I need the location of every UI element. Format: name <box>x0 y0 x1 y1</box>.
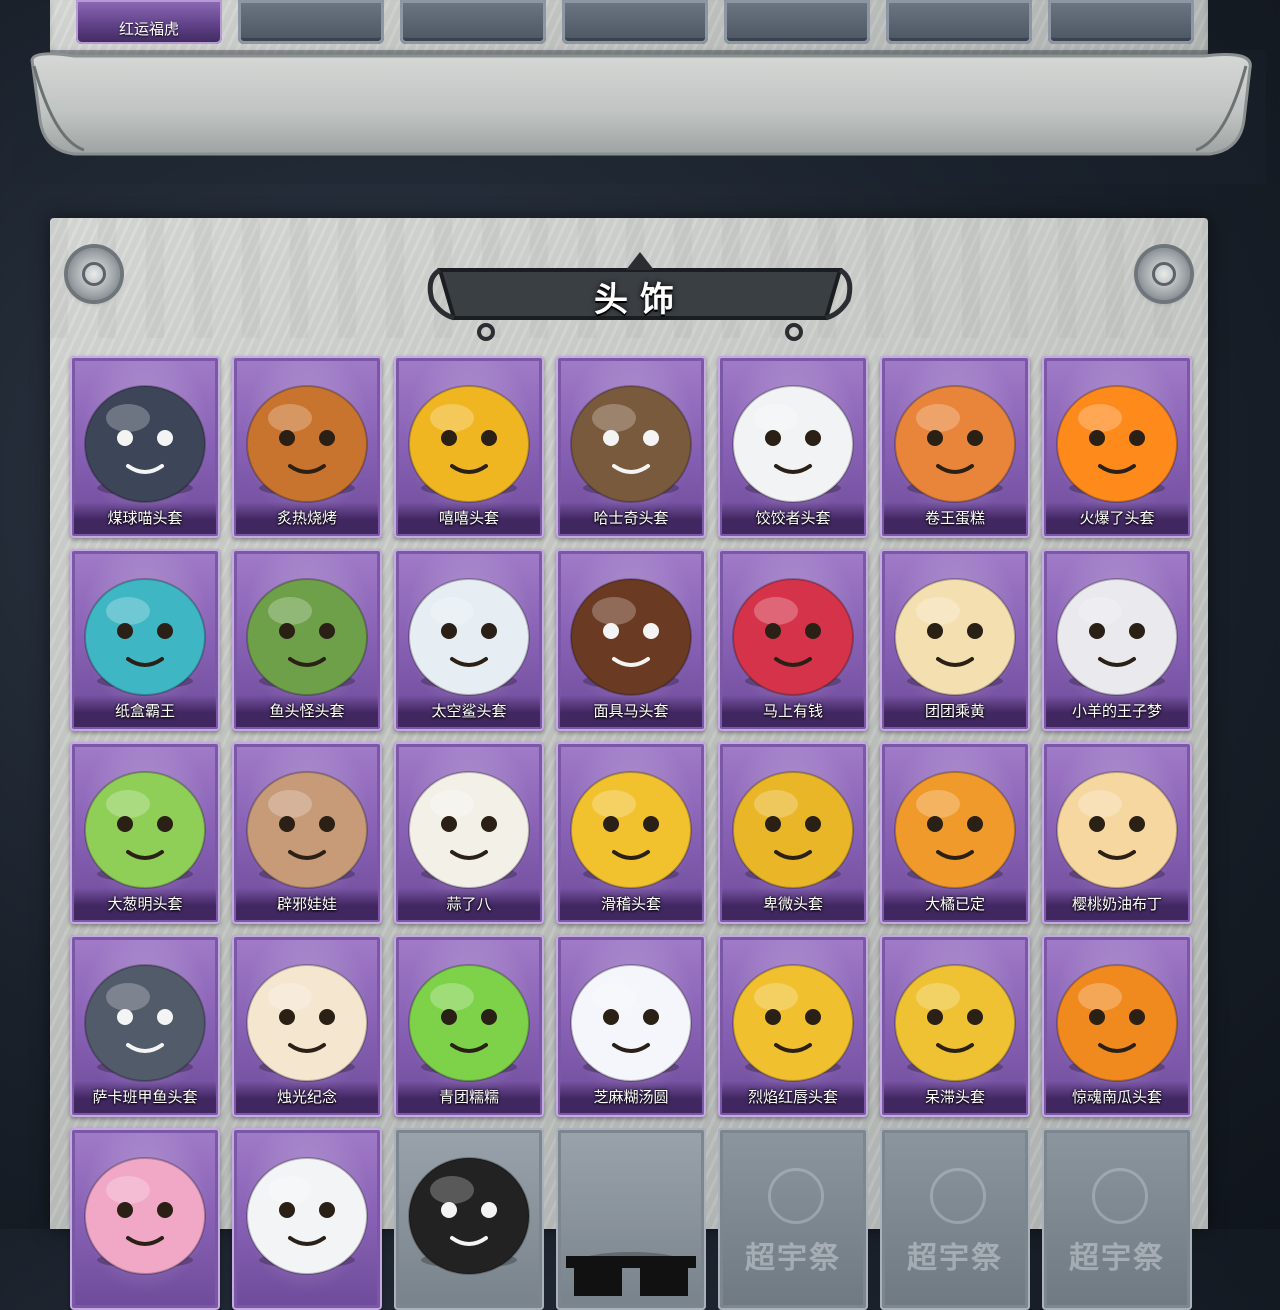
headwear-item-card[interactable]: 纸盒霸王 <box>70 549 220 731</box>
card-label: 小羊的王子梦 <box>1071 702 1162 720</box>
headwear-item-card[interactable] <box>70 1128 220 1310</box>
pixel-sunglasses-icon <box>566 1252 696 1296</box>
top-slot-label: 红运福虎 <box>118 20 179 38</box>
top-slot[interactable] <box>400 0 546 44</box>
headwear-item-card[interactable]: 樱桃奶油布丁 <box>1042 742 1192 924</box>
card-label: 火爆了头套 <box>1079 509 1155 527</box>
card-label: 滑稽头套 <box>600 895 661 913</box>
card-label: 团团乘黄 <box>924 702 985 720</box>
top-slot[interactable] <box>1048 0 1194 44</box>
top-slot[interactable] <box>238 0 384 44</box>
slot-watermark: 超宇祭 <box>907 1241 1003 1276</box>
compass-ornament-right <box>1138 248 1190 300</box>
headwear-item-card[interactable]: 面具马头套 <box>556 549 706 731</box>
seal-watermark-icon <box>1092 1168 1148 1224</box>
top-slot[interactable]: 红运福虎 <box>76 0 222 44</box>
top-slot[interactable] <box>562 0 708 44</box>
headwear-item-card[interactable]: 嘻嘻头套 <box>394 356 544 538</box>
card-label: 卑微头套 <box>762 895 823 913</box>
section-title: 头饰 <box>594 280 686 320</box>
card-label: 炙热烧烤 <box>276 509 337 527</box>
card-label: 烛光纪念 <box>276 1088 337 1106</box>
helmet-mask-icon <box>408 1157 530 1275</box>
card-label: 青团糯糯 <box>438 1088 499 1106</box>
card-label: 纸盒霸王 <box>114 702 175 720</box>
card-label: 辟邪娃娃 <box>276 895 337 913</box>
headwear-item-card[interactable] <box>232 1128 382 1310</box>
headwear-item-card[interactable]: 煤球喵头套 <box>70 356 220 538</box>
headwear-item-card[interactable]: 辟邪娃娃 <box>232 742 382 924</box>
seal-watermark-icon <box>768 1168 824 1224</box>
headwear-item-card[interactable]: 惊魂南瓜头套 <box>1042 935 1192 1117</box>
seal-watermark-icon <box>930 1168 986 1224</box>
card-label: 大葱明头套 <box>107 895 183 913</box>
card-label: 卷王蛋糕 <box>924 509 985 527</box>
card-label: 惊魂南瓜头套 <box>1071 1088 1162 1106</box>
headwear-item-card[interactable]: 卷王蛋糕 <box>880 356 1030 538</box>
empty-item-slot[interactable]: 超宇祭 <box>718 1128 868 1310</box>
card-label: 大橘已定 <box>924 895 985 913</box>
card-label: 芝麻糊汤圆 <box>593 1088 669 1106</box>
card-label: 烈焰红唇头套 <box>747 1088 838 1106</box>
headwear-grid: 煤球喵头套 炙热烧烤 嘻嘻头套 哈士奇头套 饺饺者头套 卷王蛋糕 火爆了头套纸盒霸王 鱼头怪头… <box>70 356 1200 1310</box>
headwear-item-card[interactable]: 滑稽头套 <box>556 742 706 924</box>
headwear-item-card[interactable]: 烛光纪念 <box>232 935 382 1117</box>
scroll-divider <box>14 50 1266 184</box>
card-label: 萨卡班甲鱼头套 <box>92 1088 198 1106</box>
headwear-item-card[interactable]: 炙热烧烤 <box>232 356 382 538</box>
headwear-item-card[interactable]: 烈焰红唇头套 <box>718 935 868 1117</box>
headwear-item-card[interactable]: 马上有钱 <box>718 549 868 731</box>
headwear-item-card[interactable]: 小羊的王子梦 <box>1042 549 1192 731</box>
slot-watermark: 超宇祭 <box>745 1241 841 1276</box>
headwear-item-card[interactable]: 呆滞头套 <box>880 935 1030 1117</box>
card-label: 煤球喵头套 <box>107 509 183 527</box>
card-label: 嘻嘻头套 <box>438 509 499 527</box>
headwear-item-card[interactable]: 饺饺者头套 <box>718 356 868 538</box>
headwear-item-card[interactable]: 大橘已定 <box>880 742 1030 924</box>
headwear-item-card[interactable]: 萨卡班甲鱼头套 <box>70 935 220 1117</box>
headwear-item-card[interactable]: 芝麻糊汤圆 <box>556 935 706 1117</box>
card-label: 蒜了八 <box>446 895 492 913</box>
headwear-item-card[interactable]: 太空鲨头套 <box>394 549 544 731</box>
headwear-item-card[interactable]: 卑微头套 <box>718 742 868 924</box>
headwear-item-card[interactable]: 团团乘黄 <box>880 549 1030 731</box>
empty-item-slot[interactable]: 超宇祭 <box>1042 1128 1192 1310</box>
headwear-item-card[interactable]: 蒜了八 <box>394 742 544 924</box>
top-slot[interactable] <box>724 0 870 44</box>
headwear-item-card[interactable] <box>394 1128 544 1310</box>
headwear-item-card[interactable]: 鱼头怪头套 <box>232 549 382 731</box>
empty-item-slot[interactable]: 超宇祭 <box>880 1128 1030 1310</box>
top-slot[interactable] <box>886 0 1032 44</box>
slot-watermark: 超宇祭 <box>1069 1241 1165 1276</box>
headwear-item-card[interactable]: 大葱明头套 <box>70 742 220 924</box>
top-row-strip: 红运福虎 <box>76 0 1194 46</box>
headwear-item-card[interactable] <box>556 1128 706 1310</box>
card-label: 太空鲨头套 <box>431 702 507 720</box>
headwear-item-card[interactable]: 青团糯糯 <box>394 935 544 1117</box>
headwear-item-card[interactable]: 火爆了头套 <box>1042 356 1192 538</box>
compass-ornament-left <box>68 248 120 300</box>
snowman-deer-mask-icon <box>246 1157 368 1275</box>
card-label: 呆滞头套 <box>924 1088 985 1106</box>
card-label: 鱼头怪头套 <box>269 702 345 720</box>
headwear-item-card[interactable]: 哈士奇头套 <box>556 356 706 538</box>
card-label: 面具马头套 <box>593 702 669 720</box>
card-label: 饺饺者头套 <box>755 509 831 527</box>
card-label: 樱桃奶油布丁 <box>1071 895 1162 913</box>
card-label: 哈士奇头套 <box>593 509 669 527</box>
card-label: 马上有钱 <box>762 702 823 720</box>
pink-bear-mask-icon <box>84 1157 206 1275</box>
